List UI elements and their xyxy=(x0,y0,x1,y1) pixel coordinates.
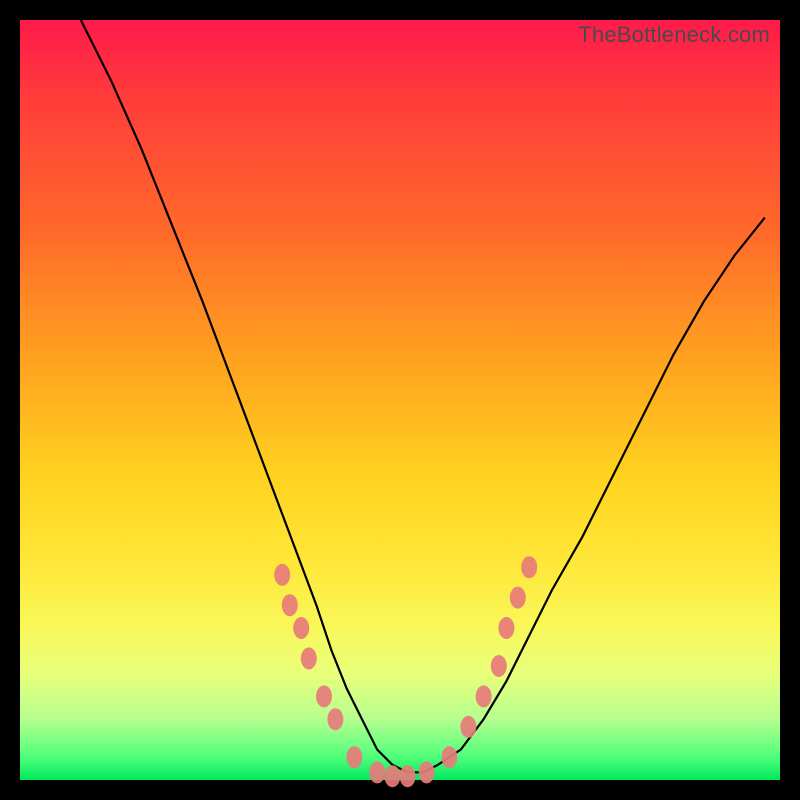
data-marker xyxy=(274,564,290,586)
data-marker xyxy=(460,716,476,738)
curve-layer xyxy=(20,20,780,780)
data-marker xyxy=(510,587,526,609)
data-marker xyxy=(369,761,385,783)
data-marker xyxy=(498,617,514,639)
data-marker xyxy=(301,647,317,669)
data-marker xyxy=(316,685,332,707)
data-marker xyxy=(282,594,298,616)
data-marker xyxy=(327,708,343,730)
data-marker xyxy=(521,556,537,578)
chart-frame: TheBottleneck.com xyxy=(0,0,800,800)
data-marker xyxy=(384,765,400,787)
marker-group xyxy=(274,556,537,787)
plot-area: TheBottleneck.com xyxy=(20,20,780,780)
data-marker xyxy=(419,761,435,783)
data-marker xyxy=(491,655,507,677)
data-marker xyxy=(400,765,416,787)
data-marker xyxy=(346,746,362,768)
bottleneck-curve xyxy=(81,20,765,772)
data-marker xyxy=(476,685,492,707)
data-marker xyxy=(441,746,457,768)
data-marker xyxy=(293,617,309,639)
